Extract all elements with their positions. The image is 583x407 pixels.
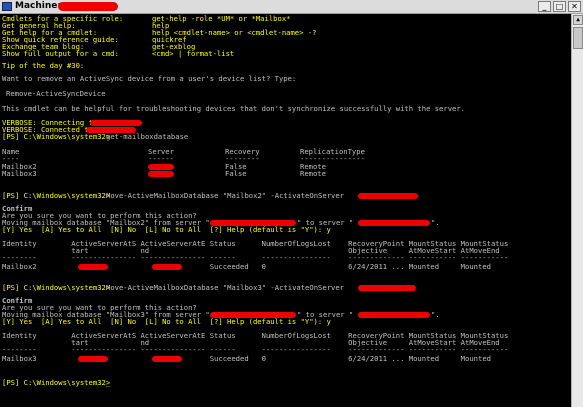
- redaction-server: [358, 285, 416, 291]
- result-row: Mailbox3 Succeeded 0 6/24/2011 ... Mount…: [2, 354, 491, 363]
- prompt: [PS] C:\Windows\system32>: [2, 132, 111, 141]
- tip-question: Want to remove an ActiveSync device from…: [2, 74, 297, 83]
- tip-note: This cmdlet can be helpful for troublesh…: [2, 104, 466, 113]
- cursor: _: [106, 378, 111, 387]
- redaction-title: [58, 2, 118, 11]
- table-dashes: ------: [148, 154, 174, 163]
- result-row: Mailbox2 Succeeded 0 6/24/2011 ... Mount…: [2, 262, 491, 271]
- redaction-server: [152, 356, 182, 362]
- close-button[interactable]: ✕: [568, 1, 581, 12]
- table-row-name: Mailbox3: [2, 169, 37, 178]
- redaction-server: [358, 220, 430, 226]
- redaction-server: [78, 356, 108, 362]
- redaction-server: [148, 164, 174, 170]
- console-output[interactable]: Cmdlets for a specific role: get-help -r…: [0, 14, 571, 407]
- scrollbar-thumb[interactable]: [573, 27, 583, 49]
- result-dashes: -------- --------------- ---------------…: [2, 345, 509, 354]
- moving-text: ".: [431, 310, 440, 319]
- confirm-options: [Y] Yes [A] Yes to All [N] No [L] No to …: [2, 317, 331, 326]
- maximize-button[interactable]: □: [553, 1, 566, 12]
- redaction-server: [358, 193, 418, 199]
- result-dashes: -------- --------------- ---------------…: [2, 253, 509, 262]
- help-label: Show full output for a cmd:: [2, 49, 119, 58]
- tip-command: Remove-ActiveSyncDevice: [6, 89, 106, 98]
- redaction-server: [78, 264, 108, 270]
- command-text: get-mailboxdatabase: [106, 132, 189, 141]
- command-text: Move-ActiveMailboxDatabase "Mailbox3" -A…: [106, 283, 344, 292]
- console-icon: [2, 2, 12, 11]
- prompt: [PS] C:\Windows\system32>: [2, 191, 111, 200]
- minimize-button[interactable]: _: [538, 1, 551, 12]
- table-row-type: Remote: [300, 169, 326, 178]
- scroll-up-arrow-icon[interactable]: ▲: [573, 15, 583, 25]
- help-value: get-help -role *UM* or *Mailbox*: [152, 14, 291, 23]
- prompt: [PS] C:\Windows\system32>: [2, 378, 111, 387]
- redaction-server: [358, 312, 430, 318]
- prompt: [PS] C:\Windows\system32>: [2, 283, 111, 292]
- help-value: <cmd> | format-list: [152, 49, 235, 58]
- window-title: Machine:: [15, 1, 61, 11]
- command-text: Move-ActiveMailboxDatabase "Mailbox2" -A…: [106, 191, 344, 200]
- redaction-server: [152, 264, 182, 270]
- redaction-server: [90, 120, 142, 126]
- vertical-scrollbar[interactable]: ▲: [571, 14, 583, 407]
- tip-title: Tip of the day #30:: [2, 61, 85, 70]
- redaction-server: [148, 171, 174, 177]
- confirm-options: [Y] Yes [A] Yes to All [N] No [L] No to …: [2, 225, 331, 234]
- title-bar[interactable]: Machine: _ □ ✕: [0, 0, 583, 14]
- table-row-recovery: False: [225, 169, 247, 178]
- moving-text: ".: [431, 218, 440, 227]
